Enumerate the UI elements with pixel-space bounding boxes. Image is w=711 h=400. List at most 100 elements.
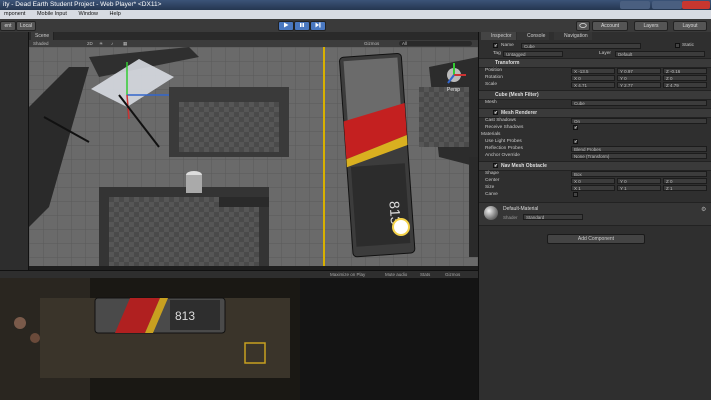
- reflection-probes-row: Reflection Probes Blend Probes: [479, 145, 711, 152]
- tag-layer-row: Tag Untagged Layer Default: [479, 50, 711, 57]
- center-label: Center: [485, 178, 500, 183]
- rotation-x-field[interactable]: X 0: [571, 74, 615, 81]
- minimize-button[interactable]: [620, 1, 650, 9]
- scene-render: 813: [29, 47, 478, 266]
- effects-toggle-icon[interactable]: ▦: [123, 40, 127, 47]
- scene-viewport[interactable]: 813 Persp: [29, 47, 478, 266]
- tag-label: Tag: [493, 51, 501, 56]
- name-label: Name: [501, 43, 514, 48]
- position-y-field[interactable]: Y 0.97: [617, 67, 661, 74]
- scene-search-input[interactable]: All: [399, 41, 472, 46]
- mesh-row: Mesh Cube: [479, 99, 711, 106]
- mesh-label: Mesh: [485, 100, 497, 105]
- center-row: Center X 0 Y 0 Z 0: [479, 177, 711, 184]
- tab-inspector[interactable]: Inspector: [481, 32, 516, 40]
- shading-mode-dropdown[interactable]: Shaded: [33, 40, 49, 47]
- local-global-button[interactable]: Local: [16, 21, 36, 31]
- size-z-field[interactable]: Z 1: [663, 184, 707, 191]
- mesh-renderer-enabled-checkbox[interactable]: ✓: [493, 110, 498, 116]
- position-x-field[interactable]: X -13.5: [571, 67, 615, 74]
- transform-title: Transform: [495, 60, 520, 66]
- position-label: Position: [485, 68, 503, 73]
- receive-shadows-checkbox[interactable]: ✓: [573, 125, 578, 131]
- account-dropdown[interactable]: Account: [592, 21, 628, 31]
- tab-console[interactable]: Console: [517, 32, 550, 40]
- size-y-field[interactable]: Y 1: [617, 184, 661, 191]
- rotation-z-field[interactable]: Z 0: [663, 74, 707, 81]
- play-button[interactable]: [278, 21, 294, 31]
- step-button[interactable]: [310, 21, 326, 31]
- tab-console-label: Console: [527, 33, 546, 39]
- tab-scene[interactable]: Scene: [31, 32, 55, 40]
- scale-z-field[interactable]: Z 4.79: [663, 81, 707, 88]
- mesh-filter-title: Cube (Mesh Filter): [495, 92, 539, 98]
- inspector-panel: Inspector Console Navigation ✓ Name Cube…: [478, 32, 711, 400]
- nav-mesh-obstacle-enabled-checkbox[interactable]: ✓: [493, 163, 498, 169]
- tag-dropdown[interactable]: Untagged: [503, 50, 563, 57]
- menu-window[interactable]: Window: [78, 11, 98, 17]
- cloud-button[interactable]: [576, 21, 590, 31]
- gear-icon[interactable]: ⚙: [701, 206, 706, 213]
- menu-help[interactable]: Help: [110, 11, 121, 17]
- rotation-row: Rotation X 0 Y 0 Z 0: [479, 74, 711, 81]
- scene-tab-label: Scene: [35, 33, 50, 39]
- pause-button[interactable]: [294, 21, 310, 31]
- object-name-input[interactable]: Cube: [521, 42, 641, 49]
- menu-component[interactable]: mponent: [4, 11, 25, 17]
- reflection-probes-dropdown[interactable]: Blend Probes: [571, 145, 707, 152]
- hierarchy-panel[interactable]: [0, 32, 29, 270]
- add-component-button[interactable]: Add Component: [547, 234, 645, 244]
- size-row: Size X 1 Y 1 Z 1: [479, 184, 711, 191]
- game-render: 813: [0, 278, 478, 400]
- object-header-row: ✓ Name Cube Static: [479, 42, 711, 49]
- cast-shadows-dropdown[interactable]: On: [571, 117, 707, 124]
- mesh-field[interactable]: Cube: [571, 99, 707, 106]
- scale-x-field[interactable]: X 4.71: [571, 81, 615, 88]
- static-checkbox[interactable]: [675, 43, 680, 48]
- persp-label[interactable]: Persp: [447, 87, 460, 93]
- window-title-bar: ity - Dead Earth Student Project - Web P…: [0, 0, 711, 10]
- layers-dropdown[interactable]: Layers: [634, 21, 668, 31]
- window-title: ity - Dead Earth Student Project - Web P…: [3, 1, 162, 8]
- active-checkbox[interactable]: ✓: [493, 43, 498, 49]
- cast-shadows-label: Cast Shadows: [485, 118, 516, 123]
- center-z-field[interactable]: Z 0: [663, 177, 707, 184]
- pivot-button[interactable]: ent: [0, 21, 16, 31]
- menu-bar: mponent Mobile Input Window Help: [0, 10, 711, 19]
- scale-label: Scale: [485, 82, 497, 87]
- close-button[interactable]: [682, 1, 710, 9]
- use-light-probes-checkbox[interactable]: ✓: [573, 139, 578, 145]
- material-preview-icon: [484, 206, 498, 220]
- shape-row: Shape Box: [479, 170, 711, 177]
- 2d-toggle[interactable]: 2D: [87, 40, 93, 47]
- material-section[interactable]: Default-Material Shader Standard ⚙: [479, 202, 711, 226]
- gizmos-dropdown[interactable]: Gizmos: [364, 40, 379, 47]
- size-label: Size: [485, 185, 495, 190]
- rotation-y-field[interactable]: Y 0: [617, 74, 661, 81]
- use-light-probes-label: Use Light Probes: [485, 139, 522, 144]
- tab-navigation[interactable]: Navigation: [554, 32, 592, 40]
- layout-dropdown[interactable]: Layout: [673, 21, 707, 31]
- shape-dropdown[interactable]: Box: [571, 170, 707, 177]
- size-x-field[interactable]: X 1: [571, 184, 615, 191]
- menu-mobile-input[interactable]: Mobile Input: [37, 11, 67, 17]
- materials-row[interactable]: Materials: [479, 131, 711, 138]
- carve-label: Carve: [485, 192, 498, 197]
- game-viewport[interactable]: 813: [0, 278, 478, 400]
- scale-y-field[interactable]: Y 2.77: [617, 81, 661, 88]
- reflection-probes-label: Reflection Probes: [485, 146, 523, 151]
- maximize-button[interactable]: [652, 1, 682, 9]
- position-z-field[interactable]: Z -0.16: [663, 67, 707, 74]
- carve-row: Carve: [479, 191, 711, 198]
- shader-dropdown[interactable]: Standard: [523, 214, 583, 220]
- carve-checkbox[interactable]: [573, 192, 578, 197]
- audio-toggle-icon[interactable]: ♪: [111, 40, 113, 47]
- lighting-toggle-icon[interactable]: ☀: [99, 40, 103, 47]
- shader-label: Shader: [503, 215, 518, 220]
- anchor-override-field[interactable]: None (Transform): [571, 152, 707, 159]
- mesh-renderer-title: Mesh Renderer: [501, 110, 538, 116]
- center-y-field[interactable]: Y 0: [617, 177, 661, 184]
- layer-dropdown[interactable]: Default: [615, 50, 705, 57]
- scale-row: Scale X 4.71 Y 2.77 Z 4.79: [479, 81, 711, 88]
- center-x-field[interactable]: X 0: [571, 177, 615, 184]
